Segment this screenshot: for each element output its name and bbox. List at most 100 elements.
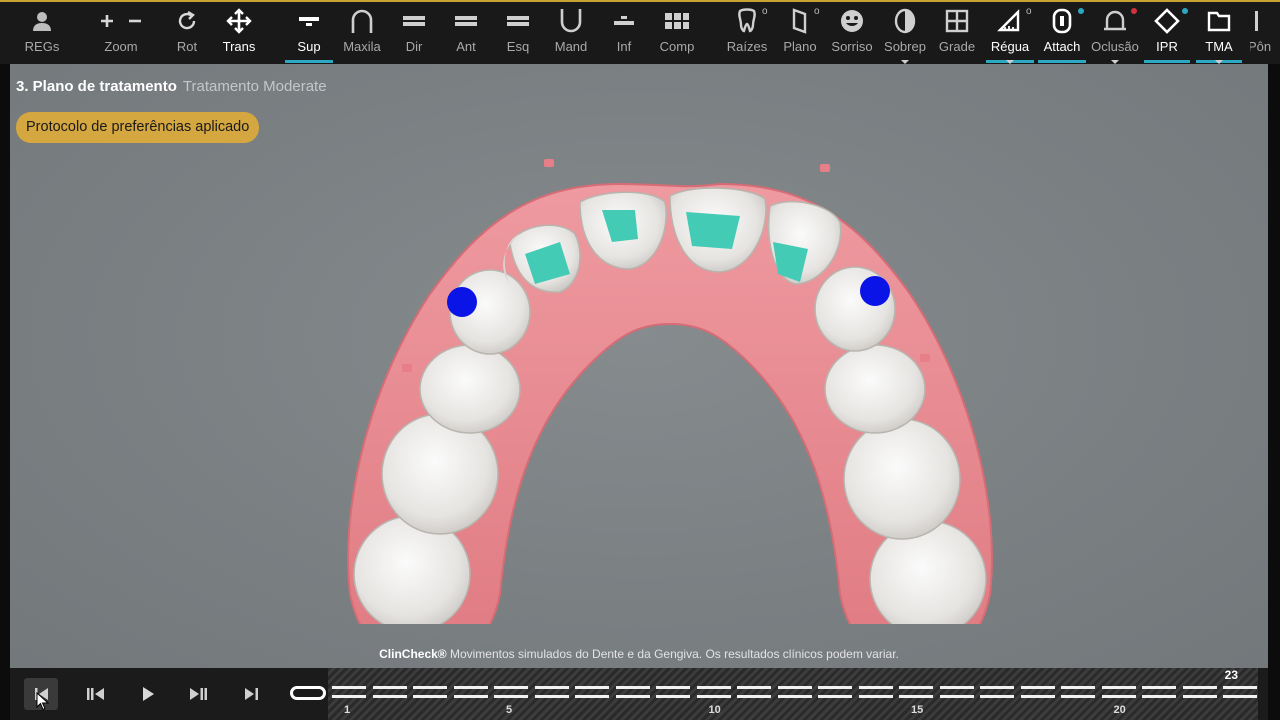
tool-label: Mand [554,39,588,54]
step-subtitle: Tratamento Moderate [182,78,327,95]
next-step-button[interactable] [182,678,216,710]
right-view-icon [402,2,426,40]
tool-trans[interactable]: Trans [218,2,260,64]
tool-esq[interactable]: Esq [502,2,534,64]
tool-raizes[interactable]: o Raízes [724,2,770,64]
status-dot [1078,8,1084,14]
mouse-cursor-icon [36,692,50,711]
tool-inf[interactable]: Inf [609,2,639,64]
dental-arch-model[interactable] [330,124,1010,624]
stage-slot[interactable] [453,686,488,698]
marker-point-left[interactable] [447,287,477,317]
attachment-icon [1050,2,1074,40]
tool-label: REGs [24,39,60,54]
last-step-button[interactable] [235,678,269,710]
tool-label: Raízes [726,39,768,54]
tool-plano[interactable]: o Plano [780,2,820,64]
status-dot [1131,8,1137,14]
stage-slot[interactable] [413,686,447,698]
disclaimer: ClinCheck® Movimentos simulados do Dente… [10,647,1268,661]
stage-timeline[interactable]: 23 1 5 10 15 20 [328,668,1258,720]
tool-label: Oclusão [1091,39,1139,54]
stage-slot[interactable] [332,686,366,698]
play-button[interactable] [131,678,165,710]
tool-attach[interactable]: Attach [1038,2,1086,64]
tool-pontic[interactable]: Pôn [1250,2,1280,64]
last-step-icon [245,688,258,700]
stage-slot[interactable] [656,686,690,698]
selected-underline [285,60,333,63]
tool-ipr[interactable]: IPR [1144,2,1190,64]
tool-mand[interactable]: Mand [552,2,590,64]
stage-slot[interactable] [858,686,893,698]
tool-label: Sup [297,39,321,54]
stage-tick-label: 10 [708,704,721,716]
toggle-indicator: o [814,6,820,17]
tool-sup[interactable]: Sup [285,2,333,64]
tool-label: Sorriso [831,39,873,54]
stage-slot[interactable] [1142,686,1176,698]
stage-slot[interactable] [1223,686,1257,698]
previous-step-button[interactable] [78,678,112,710]
tool-dir[interactable]: Dir [398,2,430,64]
timeline-handle[interactable] [290,686,326,700]
tool-label: Comp [659,39,695,54]
tool-rot[interactable]: Rot [168,2,206,64]
stage-tick-label: 15 [911,704,924,716]
tool-sorriso[interactable]: Sorriso [829,2,875,64]
person-icon [31,2,53,40]
tool-grade[interactable]: Grade [936,2,978,64]
stage-slot[interactable] [899,686,933,698]
3d-viewport[interactable]: 3. Plano de tratamento Tratamento Moderat… [10,64,1268,668]
protocol-badge[interactable]: Protocolo de preferências aplicado [16,112,260,143]
next-step-icon [190,688,207,700]
previous-step-icon [87,688,104,700]
tool-zoom[interactable]: Zoom [90,2,152,64]
step-title-text: 3. Plano de tratamento [16,78,177,95]
stage-slot[interactable] [737,686,771,698]
ruler-icon [997,2,1023,40]
tooth-molar-right-1 [843,418,961,540]
tool-label: Régua [990,39,1030,54]
tool-label: Pôn [1250,39,1272,54]
tool-regua[interactable]: o Régua [986,2,1034,64]
stage-slot[interactable] [1061,686,1095,698]
stage-slot[interactable] [615,686,650,698]
tool-label: Esq [506,39,530,54]
stage-slot[interactable] [575,686,609,698]
tool-label: TMA [1205,39,1233,54]
stage-slot[interactable] [1101,686,1136,698]
tool-comp[interactable]: Comp [655,2,699,64]
stage-slot[interactable] [818,686,852,698]
pontic-icon [1250,2,1270,40]
stage-slot[interactable] [1020,686,1055,698]
tool-sobrep[interactable]: Sobrep [882,2,928,64]
overlay-icon [893,2,917,40]
disclaimer-brand: ClinCheck® [379,647,447,661]
stage-slot[interactable] [1182,686,1217,698]
tool-ant[interactable]: Ant [450,2,482,64]
stage-slot[interactable] [980,686,1014,698]
tool-maxila[interactable]: Maxila [339,2,385,64]
tool-tma[interactable]: TMA [1196,2,1242,64]
marker-point-right[interactable] [860,276,890,306]
tool-label: Plano [783,39,817,54]
stage-slot[interactable] [939,686,974,698]
tool-label: Grade [938,39,976,54]
rotate-icon [175,2,199,40]
tool-label: Sobrep [884,39,926,54]
stage-slot[interactable] [494,686,528,698]
attachment [686,212,740,249]
tool-oclusao[interactable]: Oclusão [1090,2,1140,64]
stage-slot[interactable] [777,686,812,698]
selected-underline [1144,60,1190,63]
maxilla-arch-icon [350,2,374,40]
tool-label: Zoom [104,39,138,54]
status-dot [1182,8,1188,14]
stage-slot[interactable] [372,686,407,698]
stage-slot[interactable] [534,686,569,698]
stage-slot[interactable] [696,686,731,698]
tool-regs[interactable]: REGs [18,2,66,64]
tool-label: Ant [456,39,476,54]
left-view-icon [506,2,530,40]
